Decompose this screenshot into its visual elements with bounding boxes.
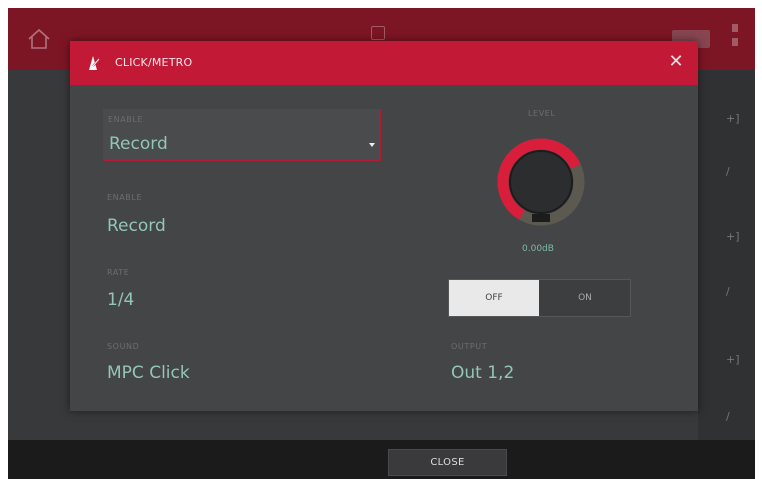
rate-label: Rate: [107, 268, 130, 277]
level-value: 0.00dB: [522, 244, 554, 254]
rate-value[interactable]: 1/4: [107, 290, 134, 310]
sound-value[interactable]: MPC Click: [107, 363, 190, 383]
edit-icon[interactable]: /: [726, 285, 730, 298]
dropdown-value: Record: [109, 134, 168, 154]
enable-dropdown[interactable]: Enable Record: [103, 109, 381, 161]
edit-icon[interactable]: /: [726, 410, 730, 423]
app-screen: +] / +] / +] / CLOSE CLICK/METRO ✕ Enabl…: [8, 8, 755, 479]
right-column-mark: +]: [726, 230, 740, 243]
right-column: +] / +] / +] /: [698, 70, 755, 440]
top-bar-menu-icon[interactable]: [732, 24, 740, 58]
dialog-header: CLICK/METRO ✕: [70, 41, 698, 85]
close-icon[interactable]: ✕: [666, 52, 686, 72]
output-value[interactable]: Out 1,2: [451, 363, 514, 383]
enable-label: Enable: [107, 193, 143, 202]
dialog-title: CLICK/METRO: [115, 56, 193, 69]
edit-icon[interactable]: /: [726, 165, 730, 178]
top-center-icon: [371, 26, 385, 40]
toggle-off-button[interactable]: OFF: [449, 280, 539, 316]
enable-value[interactable]: Record: [107, 216, 166, 236]
metro-toggle: OFF ON: [448, 279, 631, 317]
dropdown-label: Enable: [108, 115, 144, 124]
right-column-mark: +]: [726, 353, 740, 366]
level-label: Level: [528, 109, 556, 118]
caret-down-icon: [369, 143, 375, 147]
sound-label: Sound: [107, 342, 140, 351]
output-label: Output: [451, 342, 488, 351]
right-column-mark: +]: [726, 112, 740, 125]
toggle-on-button[interactable]: ON: [540, 280, 630, 316]
close-button[interactable]: CLOSE: [388, 449, 507, 476]
metronome-icon: [89, 56, 100, 70]
click-metro-dialog: CLICK/METRO ✕ Enable Record Enable Recor…: [70, 41, 698, 411]
home-icon[interactable]: [26, 26, 52, 52]
level-knob[interactable]: [492, 133, 590, 231]
bottom-bar: [8, 440, 755, 479]
